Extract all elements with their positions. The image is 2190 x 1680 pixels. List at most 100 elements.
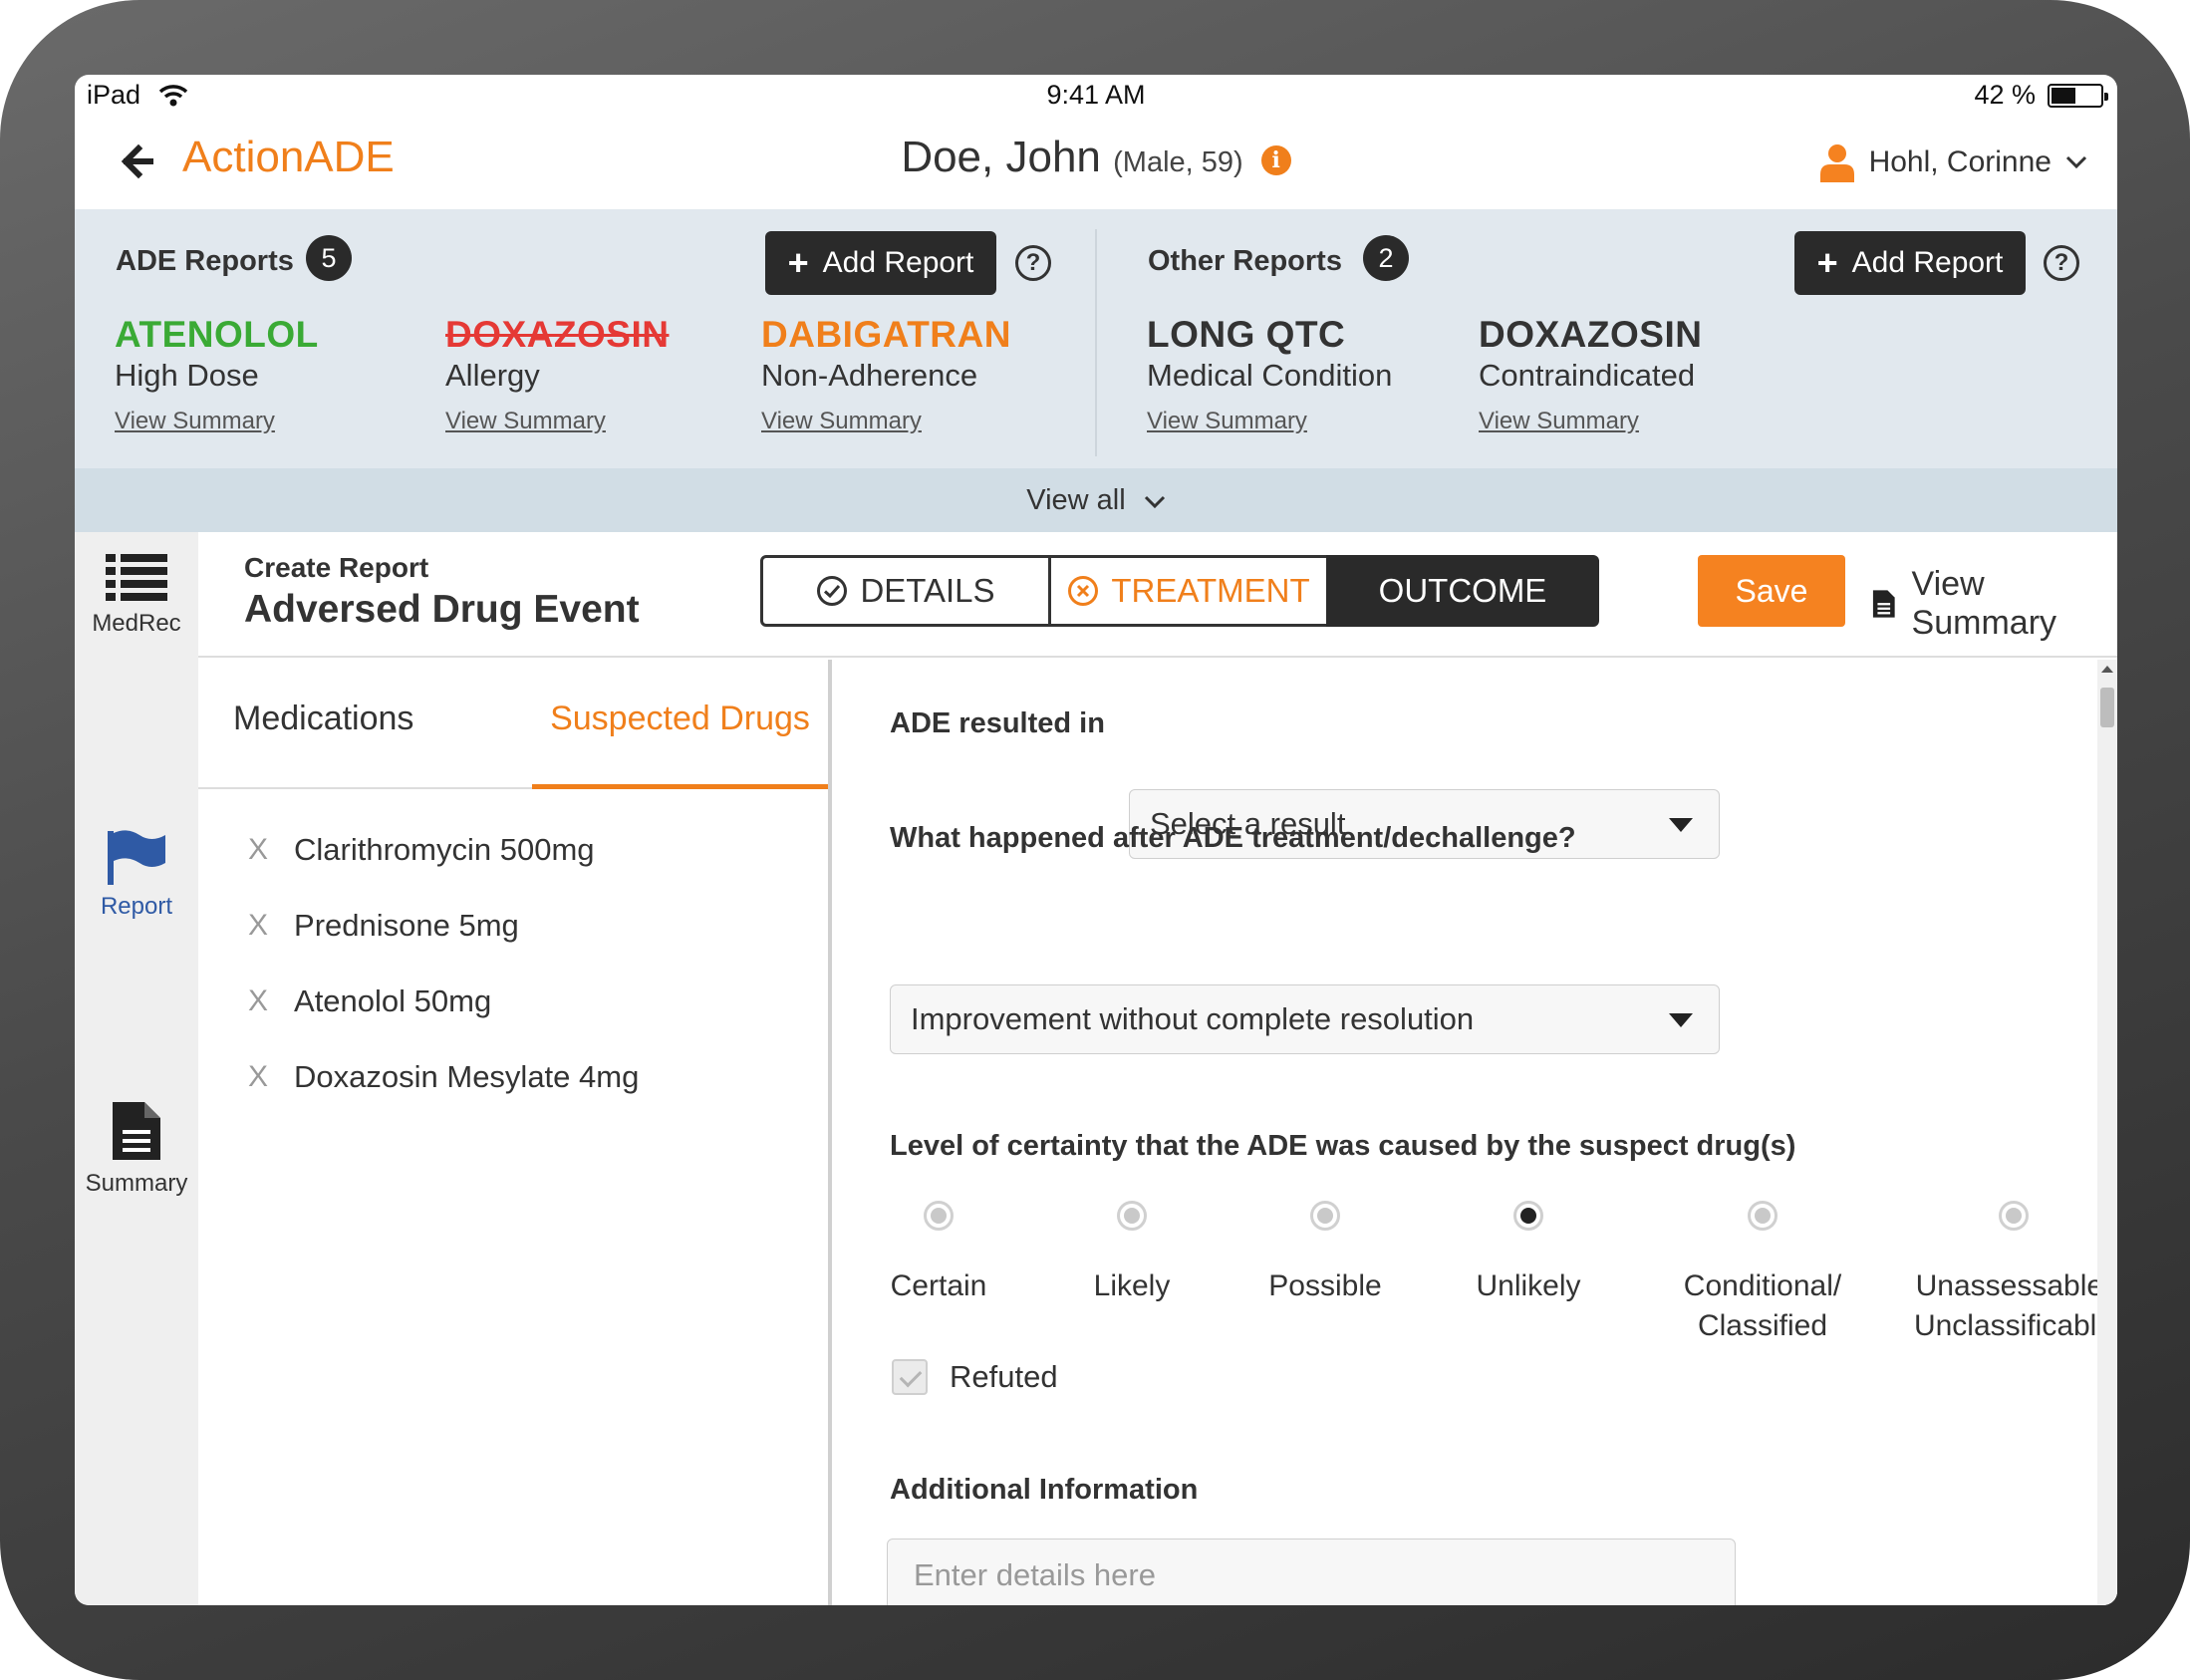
additional-info-textarea[interactable]: Enter details here (887, 1539, 1736, 1605)
chevron-down-icon (2065, 155, 2087, 169)
scrollbar[interactable] (2097, 660, 2117, 1605)
scrollbar-thumb[interactable] (2100, 688, 2114, 727)
option-label: Unlikely (1476, 1269, 1581, 1302)
report-type: Allergy (445, 358, 540, 393)
user-menu[interactable]: Hohl, Corinne (1819, 142, 2087, 182)
list-item: X Prednisone 5mg (248, 908, 519, 944)
drug-name: Doxazosin Mesylate 4mg (294, 1059, 640, 1094)
step-outcome[interactable]: OUTCOME (1326, 555, 1599, 627)
certainty-option-likely[interactable]: Likely (1057, 1201, 1207, 1306)
certainty-option-possible[interactable]: Possible (1250, 1201, 1400, 1306)
help-icon[interactable]: ? (2044, 245, 2079, 281)
step-label: DETAILS (860, 572, 995, 609)
report-title: Adversed Drug Event (244, 588, 640, 631)
add-other-report-button[interactable]: + Add Report (1794, 231, 2026, 295)
after-treatment-label: What happened after ADE treatment/dechal… (890, 822, 1576, 854)
tab-suspected-drugs[interactable]: Suspected Drugs (532, 660, 828, 789)
radio-button[interactable] (1310, 1201, 1340, 1231)
view-summary-link[interactable]: View Summary (761, 408, 1011, 435)
view-summary-link[interactable]: View Summary (115, 408, 319, 435)
refuted-option[interactable]: Refuted (892, 1359, 1058, 1395)
certainty-option-unlikely[interactable]: Unlikely (1449, 1201, 1608, 1306)
radio-button[interactable] (924, 1201, 954, 1231)
additional-info-label: Additional Information (890, 1474, 1199, 1506)
other-report-doxazosin[interactable]: DOXAZOSIN Contraindicated View Summary (1479, 314, 1702, 435)
certainty-option-unassessable[interactable]: Unassessable/ Unclassificable (1889, 1201, 2117, 1346)
option-label-line2: Unclassificable (1913, 1309, 2114, 1342)
battery-percent: 42 % (1974, 80, 2036, 110)
option-label: Unassessable/ (1915, 1269, 2112, 1302)
refuted-checkbox[interactable] (892, 1359, 928, 1395)
sidebar-item-label: MedRec (92, 610, 181, 637)
radio-button[interactable] (1117, 1201, 1147, 1231)
view-summary-link[interactable]: View Summary (445, 408, 669, 435)
report-drug: DOXAZOSIN (1479, 314, 1703, 355)
scroll-up-arrow-icon[interactable] (2101, 666, 2113, 673)
step-treatment[interactable]: TREATMENT (1051, 555, 1326, 627)
other-reports-count: 2 (1363, 235, 1409, 281)
view-summary-link[interactable]: View Summary (1479, 408, 1702, 435)
remove-icon[interactable]: X (248, 1060, 268, 1094)
sidebar-item-label: Summary (85, 1170, 188, 1197)
view-all-toggle[interactable]: View all (75, 468, 2117, 532)
chevron-down-icon (1144, 495, 1165, 509)
drug-tabs: Medications Suspected Drugs (198, 660, 828, 789)
sidebar-item-medrec[interactable]: MedRec (75, 554, 198, 638)
step-details[interactable]: DETAILS (760, 555, 1051, 627)
certainty-option-conditional[interactable]: Conditional/ Classified (1648, 1201, 1877, 1346)
add-ade-report-button[interactable]: + Add Report (765, 231, 996, 295)
sidebar: MedRec Report Summary (75, 532, 198, 1605)
radio-button[interactable] (1748, 1201, 1778, 1231)
info-icon[interactable]: i (1260, 145, 1291, 175)
view-all-label: View all (1026, 484, 1126, 516)
list-icon (106, 554, 167, 601)
report-type: Non-Adherence (761, 358, 978, 393)
option-label: Certain (890, 1269, 987, 1302)
check-circle-icon (817, 576, 848, 606)
patient-info: (Male, 59) (1113, 146, 1243, 178)
report-drug: LONG QTC (1147, 314, 1346, 355)
ade-report-dabigatran[interactable]: DABIGATRAN Non-Adherence View Summary (761, 314, 1011, 435)
report-type: Contraindicated (1479, 358, 1696, 393)
view-summary-link[interactable]: View Summary (1147, 408, 1392, 435)
sidebar-item-report[interactable]: Report (75, 829, 198, 921)
report-type: Medical Condition (1147, 358, 1393, 393)
flag-icon (108, 830, 165, 885)
report-type: High Dose (115, 358, 259, 393)
radio-button-selected[interactable] (1513, 1201, 1543, 1231)
create-report-header: Create Report Adversed Drug Event DETAIL… (198, 532, 2117, 658)
certainty-option-certain[interactable]: Certain (864, 1201, 1013, 1306)
other-report-long-qtc[interactable]: LONG QTC Medical Condition View Summary (1147, 314, 1392, 435)
x-circle-icon (1068, 576, 1099, 606)
document-icon (113, 1102, 160, 1160)
ade-report-atenolol[interactable]: ATENOLOL High Dose View Summary (115, 314, 319, 435)
caret-down-icon (1669, 1013, 1693, 1027)
after-treatment-select[interactable]: Improvement without complete resolution (890, 984, 1720, 1054)
reports-panel: ADE Reports 5 + Add Report ? ATENOLOL Hig… (75, 209, 2117, 468)
radio-button[interactable] (1999, 1201, 2029, 1231)
ade-report-doxazosin[interactable]: DOXAZOSIN Allergy View Summary (445, 314, 669, 435)
outcome-form: ADE resulted in Select a result What hap… (836, 660, 2117, 1605)
patient-header: Doe, John (Male, 59) i (75, 133, 2117, 182)
drug-panel: Medications Suspected Drugs X Clarithrom… (198, 660, 832, 1605)
list-item: X Clarithromycin 500mg (248, 832, 595, 868)
remove-icon[interactable]: X (248, 833, 268, 867)
user-icon (1819, 144, 1854, 182)
ade-reports-title: ADE Reports (116, 245, 294, 277)
certainty-label: Level of certainty that the ADE was caus… (890, 1130, 1796, 1162)
ade-result-label: ADE resulted in (890, 707, 1105, 739)
sidebar-item-label: Report (100, 893, 173, 920)
help-icon[interactable]: ? (1015, 245, 1051, 281)
remove-icon[interactable]: X (248, 909, 268, 943)
create-report-label: Create Report (244, 552, 429, 583)
tab-medications[interactable]: Medications (233, 660, 413, 789)
document-icon (1872, 590, 1895, 618)
report-drug: DABIGATRAN (761, 314, 1011, 355)
add-report-label: Add Report (822, 246, 974, 279)
after-treatment-value: Improvement without complete resolution (911, 1001, 1475, 1036)
drug-name: Prednisone 5mg (294, 908, 519, 943)
remove-icon[interactable]: X (248, 984, 268, 1018)
view-summary-button[interactable]: View Summary (1872, 565, 2117, 643)
save-button[interactable]: Save (1698, 555, 1845, 627)
sidebar-item-summary[interactable]: Summary (75, 1100, 198, 1198)
